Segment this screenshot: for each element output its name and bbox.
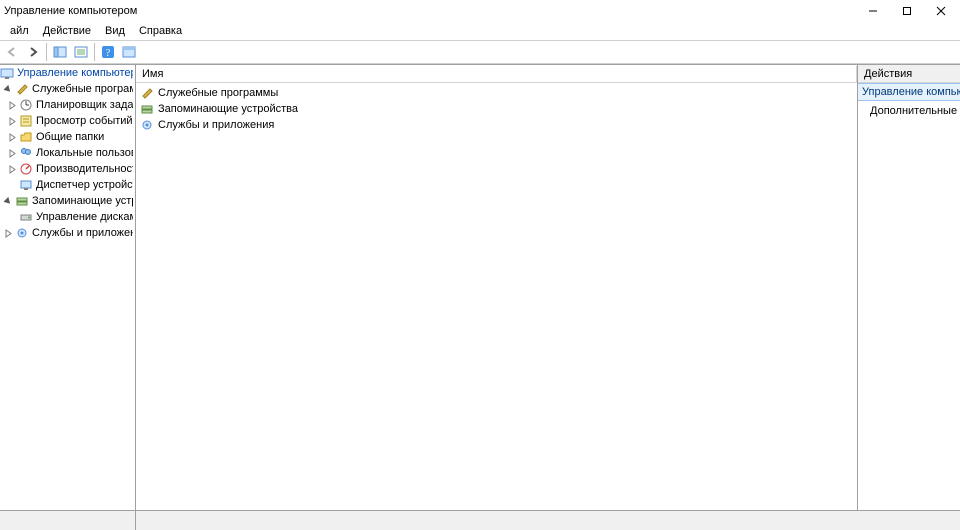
actions-more[interactable]: Дополнительные дейс...	[858, 101, 960, 121]
tree-label: Общие папки	[36, 131, 104, 143]
shared-folder-icon	[19, 130, 33, 144]
tree-local-users[interactable]: Локальные пользовате	[0, 145, 135, 161]
tree-label: Управление компьютером (лс	[17, 67, 133, 79]
list-item-label: Службы и приложения	[158, 119, 274, 131]
expand-icon[interactable]	[3, 228, 14, 239]
tree-label: Служебные программы	[32, 83, 133, 95]
menu-file[interactable]: айл	[4, 24, 35, 38]
tree-disk-management[interactable]: Управление дисками	[0, 209, 135, 225]
tree-root[interactable]: Управление компьютером (лс	[0, 65, 135, 81]
tools-icon	[15, 82, 29, 96]
disk-icon	[19, 210, 33, 224]
expand-icon[interactable]	[7, 132, 18, 143]
tree-services-apps[interactable]: Службы и приложения	[0, 225, 135, 241]
status-cell	[0, 511, 136, 530]
forward-button[interactable]	[23, 42, 43, 62]
tree-label: Производительность	[36, 163, 133, 175]
actions-pane: Действия Управление компьютером .. Допол…	[858, 65, 960, 510]
status-bar	[0, 510, 960, 530]
menu-help[interactable]: Справка	[133, 24, 188, 38]
tree-shared-folders[interactable]: Общие папки	[0, 129, 135, 145]
spacer	[7, 180, 18, 191]
performance-icon	[19, 162, 33, 176]
spacer	[7, 212, 18, 223]
minimize-button[interactable]	[856, 1, 890, 21]
clock-icon	[19, 98, 33, 112]
toolbar-separator	[94, 43, 95, 61]
storage-icon	[15, 194, 29, 208]
window-title: Управление компьютером	[4, 5, 137, 17]
tree-label: Планировщик заданий	[36, 99, 133, 111]
device-manager-icon	[19, 178, 33, 192]
computer-management-icon	[0, 66, 14, 80]
close-button[interactable]	[924, 1, 958, 21]
refresh-button[interactable]	[119, 42, 139, 62]
tree-task-scheduler[interactable]: Планировщик заданий	[0, 97, 135, 113]
menu-view[interactable]: Вид	[99, 24, 131, 38]
list-body: Служебные программы Запоминающие устройс…	[136, 83, 857, 135]
help-button[interactable]: ?	[98, 42, 118, 62]
services-icon	[15, 226, 29, 240]
list-item-storage[interactable]: Запоминающие устройства	[136, 101, 857, 117]
tree-label: Запоминающие устройст	[32, 195, 133, 207]
expand-icon[interactable]	[7, 148, 18, 159]
collapse-icon[interactable]	[3, 84, 14, 95]
list-pane: Имя Служебные программы Запоминающие уст…	[136, 65, 858, 510]
list-header: Имя	[136, 65, 857, 83]
expand-icon[interactable]	[7, 116, 18, 127]
window-controls	[856, 1, 958, 21]
tree-device-manager[interactable]: Диспетчер устройств	[0, 177, 135, 193]
tree-label: Управление дисками	[36, 211, 133, 223]
list-item-services-apps[interactable]: Службы и приложения	[136, 117, 857, 133]
list-item-label: Служебные программы	[158, 87, 278, 99]
actions-header: Действия	[858, 65, 960, 83]
main-area: Управление компьютером (лс Служебные про…	[0, 64, 960, 510]
list-item-system-tools[interactable]: Служебные программы	[136, 85, 857, 101]
column-header-name[interactable]: Имя	[136, 66, 857, 82]
toolbar-separator	[46, 43, 47, 61]
collapse-icon[interactable]	[3, 196, 14, 207]
event-log-icon	[19, 114, 33, 128]
tree-label: Службы и приложения	[32, 227, 133, 239]
tree-pane: Управление компьютером (лс Служебные про…	[0, 65, 136, 510]
services-icon	[140, 118, 154, 132]
tree-event-viewer[interactable]: Просмотр событий	[0, 113, 135, 129]
storage-icon	[140, 102, 154, 116]
tools-icon	[140, 86, 154, 100]
tree-performance[interactable]: Производительность	[0, 161, 135, 177]
show-hide-tree-button[interactable]	[50, 42, 70, 62]
tree-label: Локальные пользовате	[36, 147, 133, 159]
tree-label: Просмотр событий	[36, 115, 133, 127]
title-bar: Управление компьютером	[0, 0, 960, 22]
export-list-button[interactable]	[71, 42, 91, 62]
list-item-label: Запоминающие устройства	[158, 103, 298, 115]
maximize-button[interactable]	[890, 1, 924, 21]
menu-action[interactable]: Действие	[37, 24, 97, 38]
expand-icon[interactable]	[7, 164, 18, 175]
tree-storage[interactable]: Запоминающие устройст	[0, 193, 135, 209]
actions-group-title[interactable]: Управление компьютером ..	[858, 83, 960, 101]
back-button[interactable]	[2, 42, 22, 62]
users-icon	[19, 146, 33, 160]
menu-bar: айл Действие Вид Справка	[0, 22, 960, 40]
svg-text:?: ?	[106, 48, 111, 59]
tree-label: Диспетчер устройств	[36, 179, 133, 191]
tree-system-tools[interactable]: Служебные программы	[0, 81, 135, 97]
expand-icon[interactable]	[7, 100, 18, 111]
toolbar: ?	[0, 40, 960, 64]
